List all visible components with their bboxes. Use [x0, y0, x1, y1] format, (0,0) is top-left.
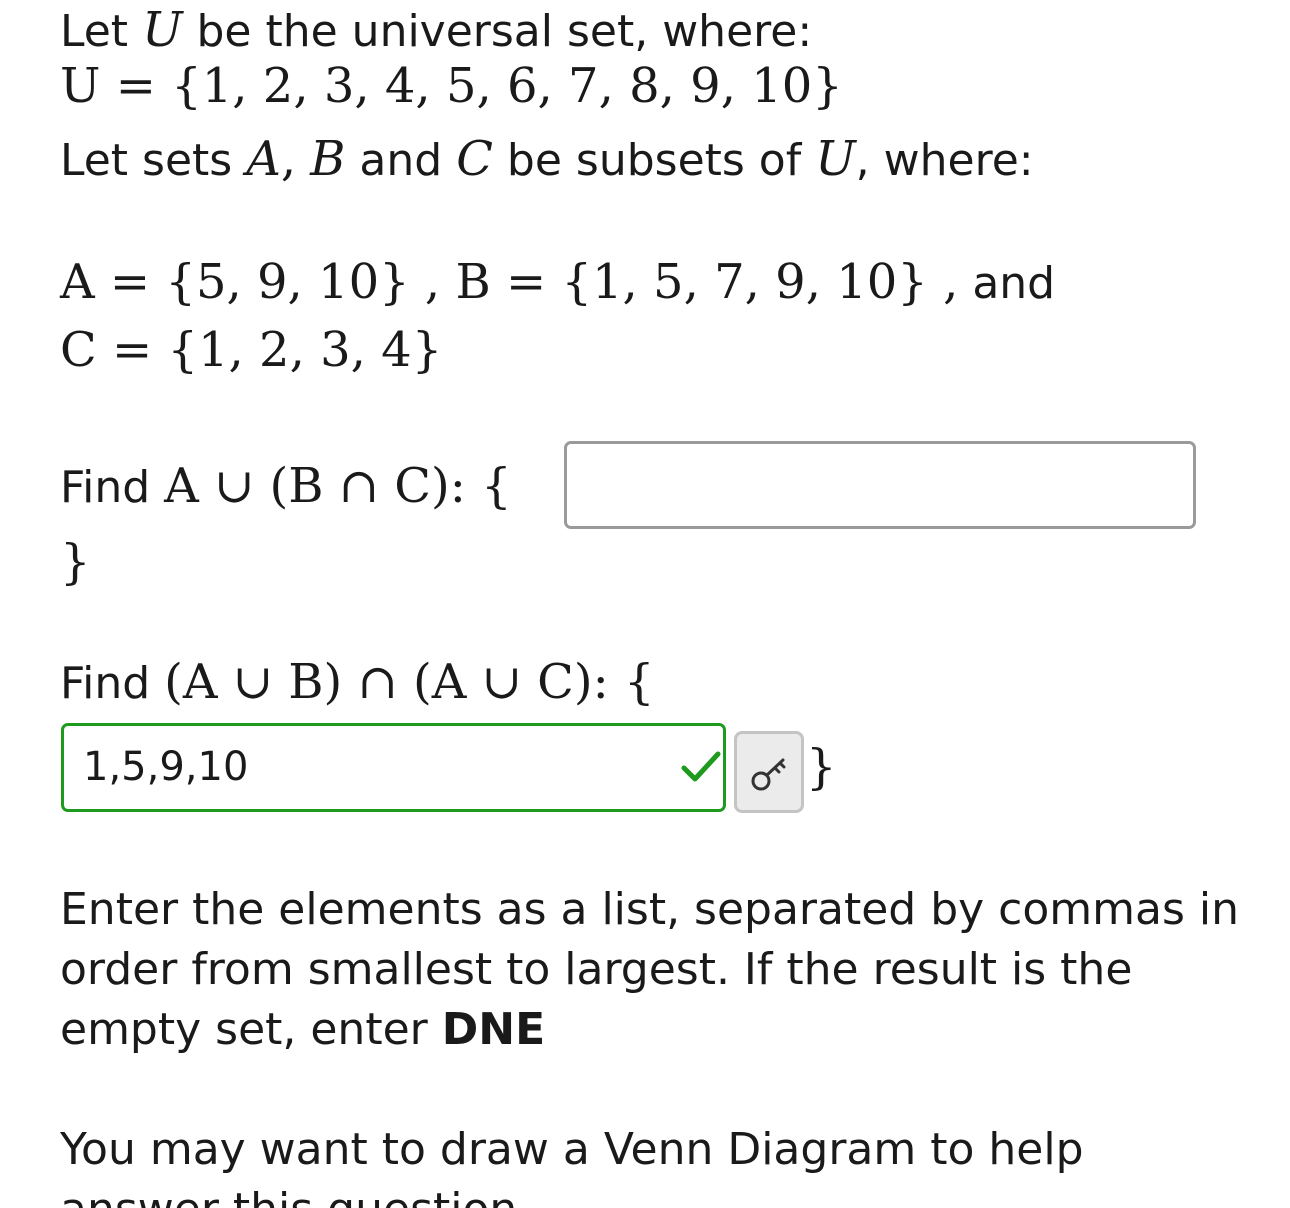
- venn-hint-text: You may want to draw a Venn Diagram to h…: [60, 1124, 1084, 1208]
- question-2-expression: (A ∪ B) ∩ (A ∪ C): {: [164, 654, 655, 710]
- question-1-answer-input[interactable]: [564, 441, 1196, 529]
- set-a-b-definition: A = {5, 9, 10} , B = {1, 5, 7, 9, 10} , …: [60, 254, 1056, 310]
- intro-line: Let U be the universal set, where:: [60, 2, 813, 58]
- checkmark-icon: [681, 751, 721, 782]
- answer-key-button[interactable]: [734, 731, 804, 813]
- question-1-closing-brace: }: [60, 534, 91, 590]
- instructions-text: Enter the elements as a list, separated …: [60, 884, 1239, 1055]
- question-2-prompt: Find (A ∪ B) ∩ (A ∪ C): {: [60, 654, 655, 710]
- question-1-expression: A ∪ (B ∩ C): {: [164, 458, 512, 514]
- question-1-prompt: Find A ∪ (B ∩ C): {: [60, 458, 512, 514]
- key-icon: [751, 758, 786, 791]
- question-2-answer-input[interactable]: 1,5,9,10: [61, 723, 726, 812]
- universal-set-definition: U = {1, 2, 3, 4, 5, 6, 7, 8, 9, 10}: [60, 58, 843, 114]
- set-c-definition: C = {1, 2, 3, 4}: [60, 322, 443, 378]
- dne-keyword: DNE: [441, 1004, 546, 1055]
- question-2-closing-brace: }: [806, 739, 837, 795]
- universal-set-symbol: U: [142, 2, 183, 58]
- subsets-intro-line: Let sets A, B and C be subsets of U, whe…: [60, 131, 1034, 187]
